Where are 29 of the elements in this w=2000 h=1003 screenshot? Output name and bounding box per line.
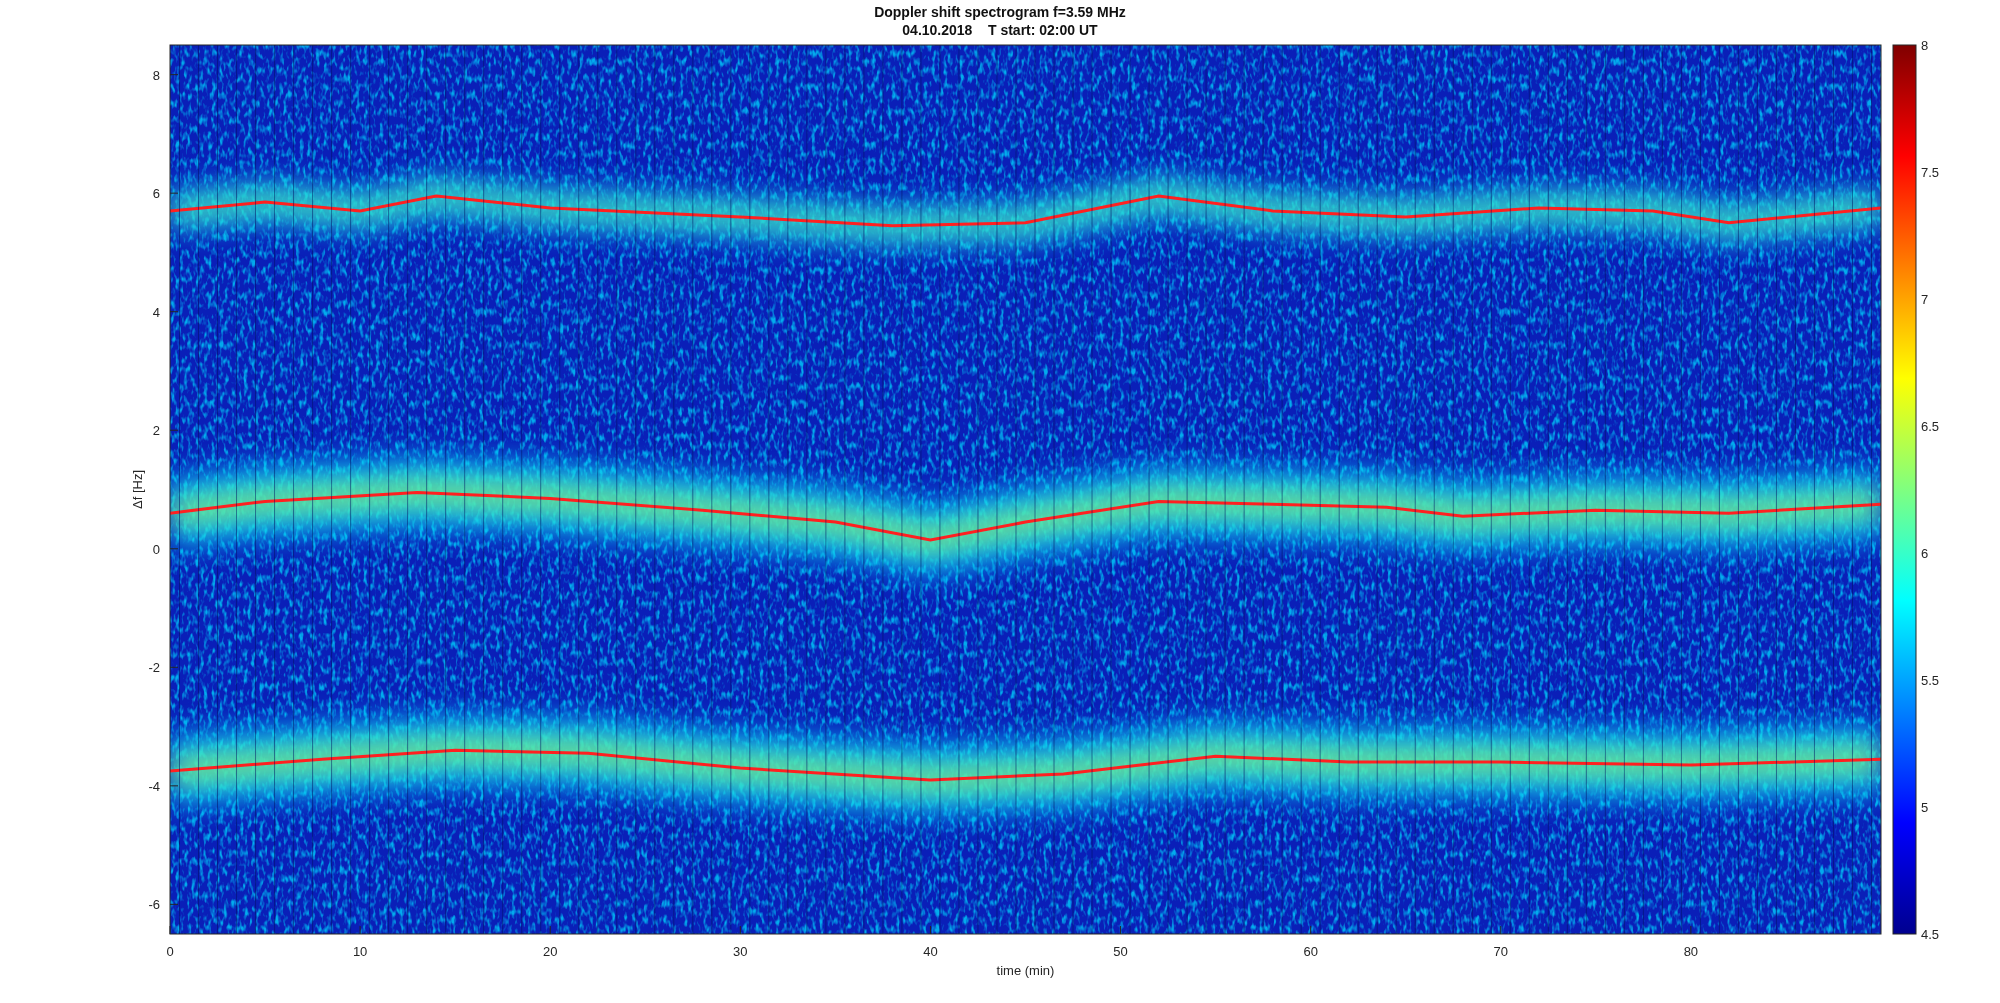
x-tick-label: 20 [543, 944, 558, 959]
colorbar-tick-label: 4.5 [1921, 927, 1940, 942]
colorbar-tick-label: 5.5 [1921, 673, 1940, 688]
colorbar-tick-label: 7.5 [1921, 165, 1940, 180]
x-tick-label: 10 [352, 944, 368, 959]
chart-title: Doppler shift spectrogram f=3.59 MHz [874, 4, 1126, 20]
x-tick-label: 70 [1493, 944, 1508, 959]
x-tick-label: 80 [1683, 944, 1699, 959]
y-tick-label: 0 [152, 541, 160, 557]
x-tick-label: 60 [1303, 944, 1318, 959]
colorbar-tick-label: 6.5 [1921, 419, 1940, 434]
x-tick-label: 40 [923, 944, 938, 959]
x-tick-label: 50 [1113, 944, 1128, 959]
chart-title: 04.10.2018 T start: 02:00 UT [902, 22, 1098, 38]
colorbar-tick-label: 6 [1921, 546, 1929, 561]
y-tick-label: 4 [152, 304, 160, 320]
colorbar-tick-label: 8 [1921, 38, 1929, 53]
x-tick-label: 0 [166, 944, 174, 959]
y-tick-label: -6 [148, 897, 160, 913]
colorbar-tick-label: 5 [1921, 800, 1929, 815]
y-axis-label: Δf [Hz] [130, 470, 145, 509]
y-tick-label: -2 [148, 660, 160, 676]
y-tick-label: 2 [152, 423, 160, 439]
colorbar-tick-label: 7 [1921, 292, 1929, 307]
y-tick-label: -4 [148, 778, 160, 794]
y-tick-label: 8 [152, 67, 160, 83]
x-tick-label: 30 [733, 944, 748, 959]
y-tick-label: 6 [152, 186, 160, 202]
x-axis-label: time (min) [996, 963, 1055, 978]
